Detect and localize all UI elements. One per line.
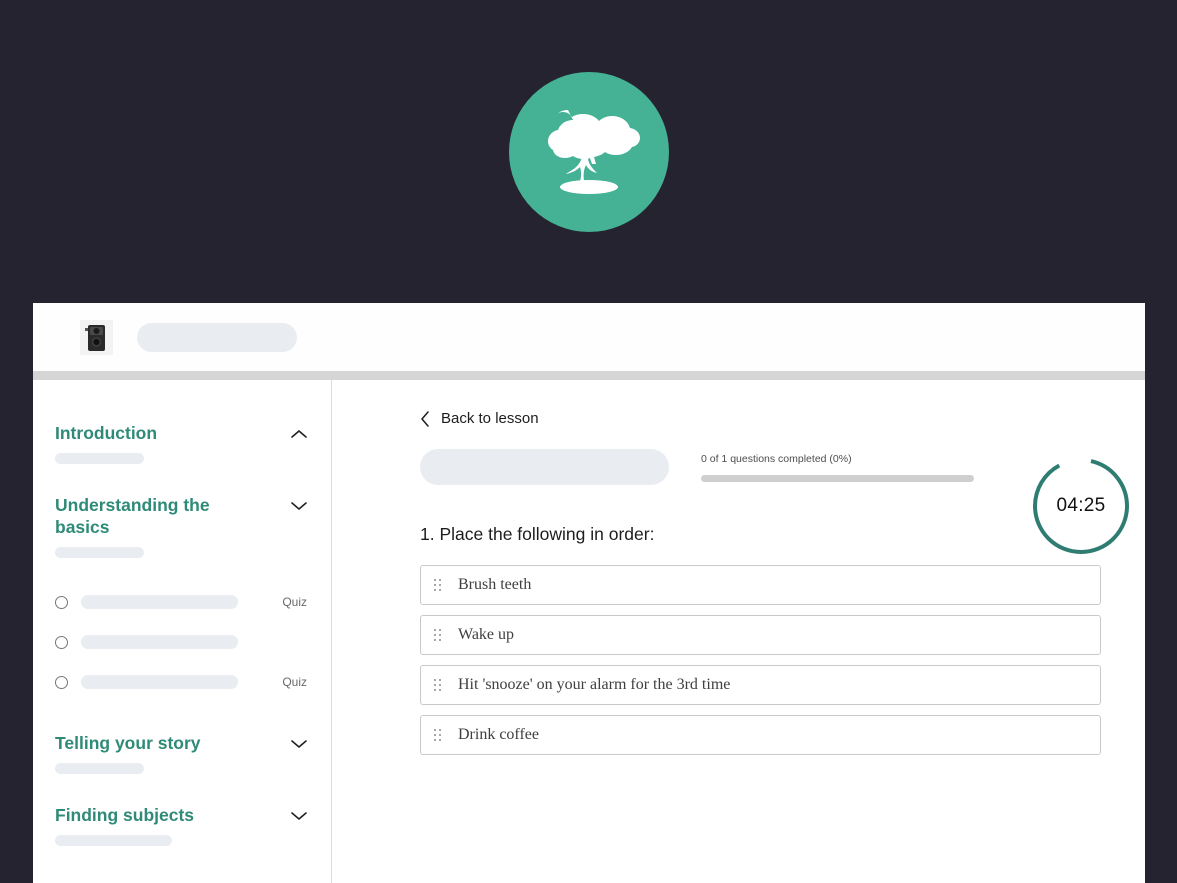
progress-label: 0 of 1 questions completed (0%) — [701, 452, 852, 465]
course-sidebar[interactable]: Introduction Understanding the basics Qu… — [33, 380, 332, 883]
list-item[interactable] — [55, 622, 309, 662]
section-header[interactable]: Understanding the basics — [55, 494, 309, 538]
radio-unchecked-icon[interactable] — [55, 595, 68, 609]
app-window: Introduction Understanding the basics Qu… — [33, 303, 1145, 883]
lesson-title-placeholder — [81, 635, 238, 649]
drag-handle-icon[interactable] — [434, 578, 442, 592]
table-row[interactable]: Wake up — [420, 615, 1101, 655]
question-prompt: 1. Place the following in order: — [420, 524, 655, 544]
quiz-meta-row: 0 of 1 questions completed (0%) — [420, 449, 1101, 485]
content-split: Introduction Understanding the basics Qu… — [33, 380, 1145, 883]
drag-handle-icon[interactable] — [434, 678, 442, 692]
section-title: Telling your story — [55, 733, 201, 753]
lesson-list: Quiz Quiz — [55, 582, 309, 702]
list-item[interactable]: Quiz — [55, 662, 309, 702]
section-title: Finding subjects — [55, 805, 195, 825]
section-header[interactable]: Introduction — [55, 422, 309, 444]
drag-handle-icon[interactable] — [434, 728, 442, 742]
countdown-ring-icon: 04:25 — [1031, 456, 1131, 556]
lesson-title-placeholder — [81, 595, 238, 609]
table-row[interactable]: Hit 'snooze' on your alarm for the 3rd t… — [420, 665, 1101, 705]
bonsai-tree-icon — [537, 104, 641, 200]
brand-logo-circle — [508, 71, 669, 232]
section-subtitle-placeholder — [55, 547, 144, 558]
lesson-type-badge: Quiz — [282, 675, 307, 689]
timer-value: 04:25 — [1056, 495, 1106, 516]
lesson-type-badge: Quiz — [282, 595, 307, 609]
sidebar-section-telling-your-story[interactable]: Telling your story — [55, 732, 309, 774]
chevron-down-icon[interactable] — [289, 806, 309, 826]
radio-unchecked-icon[interactable] — [55, 635, 68, 649]
sidebar-section-introduction[interactable]: Introduction — [55, 422, 309, 464]
chevron-up-icon[interactable] — [289, 424, 309, 444]
option-label: Drink coffee — [458, 726, 539, 743]
sidebar-section-understanding-the-basics[interactable]: Understanding the basics Quiz Quiz — [55, 494, 309, 702]
quiz-title-placeholder — [420, 449, 669, 485]
lesson-title-placeholder — [81, 675, 238, 689]
ordering-options-list[interactable]: Brush teeth Wake up Hit 'snooze' on your… — [420, 565, 1101, 755]
twin-lens-camera-icon[interactable] — [80, 319, 113, 355]
back-to-lesson-link[interactable]: Back to lesson — [420, 410, 539, 427]
option-label: Wake up — [458, 626, 515, 643]
section-title: Introduction — [55, 423, 158, 443]
table-row[interactable]: Drink coffee — [420, 715, 1101, 755]
table-row[interactable]: Brush teeth — [420, 565, 1101, 605]
brand-hero — [0, 0, 1177, 303]
radio-unchecked-icon[interactable] — [55, 675, 68, 689]
quiz-progress: 0 of 1 questions completed (0%) — [701, 453, 974, 482]
option-label: Hit 'snooze' on your alarm for the 3rd t… — [458, 676, 731, 693]
section-subtitle-placeholder — [55, 763, 144, 774]
chevron-left-icon — [420, 410, 430, 427]
topbar-title-placeholder — [137, 322, 297, 352]
option-label: Brush teeth — [458, 576, 532, 593]
drag-handle-icon[interactable] — [434, 628, 442, 642]
progress-bar-track — [701, 474, 974, 482]
section-title: Understanding the basics — [55, 495, 210, 537]
chevron-down-icon[interactable] — [289, 496, 309, 516]
list-item[interactable]: Quiz — [55, 582, 309, 622]
toolbar-strip — [33, 371, 1145, 380]
site-topbar — [33, 303, 1145, 371]
chevron-down-icon[interactable] — [289, 734, 309, 754]
quiz-main-panel: Back to lesson 0 of 1 questions complete… — [332, 380, 1145, 883]
section-subtitle-placeholder — [55, 835, 172, 846]
sidebar-section-finding-subjects[interactable]: Finding subjects — [55, 804, 309, 846]
section-subtitle-placeholder — [55, 453, 144, 464]
section-header[interactable]: Finding subjects — [55, 804, 309, 826]
section-header[interactable]: Telling your story — [55, 732, 309, 754]
back-to-lesson-label: Back to lesson — [441, 410, 539, 427]
